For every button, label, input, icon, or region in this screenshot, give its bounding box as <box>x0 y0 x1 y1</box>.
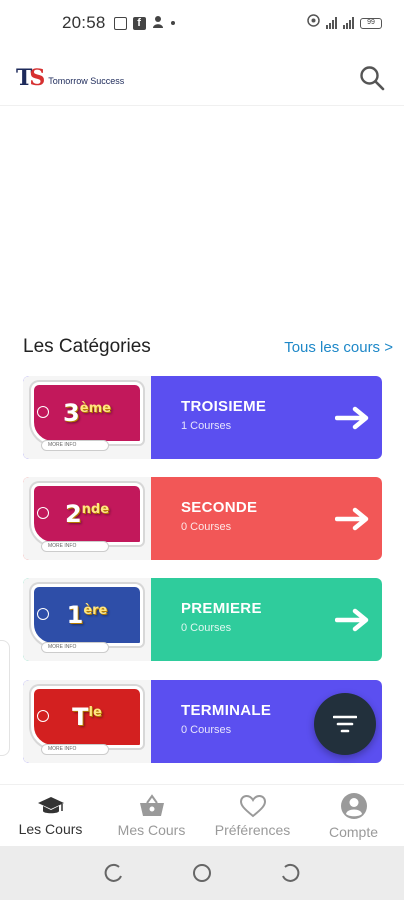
hotspot-icon <box>307 14 320 32</box>
home-icon <box>193 864 211 882</box>
more-info-label: MORE INFO <box>41 541 109 552</box>
category-card-premiere[interactable]: 1ère MORE INFO PREMIERE 0 Courses <box>23 578 382 661</box>
category-title: TROISIEME <box>181 398 267 415</box>
notification-icons: f <box>113 15 175 31</box>
edge-panel-handle[interactable] <box>0 640 10 756</box>
nav-mes-cours[interactable]: Mes Cours <box>101 785 202 846</box>
gallery-icon <box>113 16 127 30</box>
arrow-right-icon <box>324 578 382 661</box>
nav-label: Mes Cours <box>117 821 186 838</box>
category-thumbnail: 3ème MORE INFO <box>23 376 151 459</box>
more-info-label: MORE INFO <box>41 440 109 451</box>
all-courses-link[interactable]: Tous les cours > <box>284 339 393 356</box>
globe-icon <box>37 608 49 620</box>
heart-icon <box>239 794 266 817</box>
status-bar: 20:58 f 99 <box>0 0 404 46</box>
account-icon <box>340 792 367 819</box>
category-thumbnail: 2nde MORE INFO <box>23 477 151 560</box>
nav-label: Préférences <box>214 821 291 838</box>
filter-icon <box>333 715 357 733</box>
category-card-troisieme[interactable]: 3ème MORE INFO TROISIEME 1 Courses <box>23 376 382 459</box>
arrow-right-icon <box>324 477 382 560</box>
category-course-count: 0 Courses <box>181 622 232 634</box>
search-icon <box>360 65 385 90</box>
status-time: 20:58 <box>62 13 106 32</box>
globe-icon <box>37 406 49 418</box>
category-card-seconde[interactable]: 2nde MORE INFO SECONDE 0 Courses <box>23 477 382 560</box>
graduation-cap-icon <box>37 796 64 813</box>
category-course-count: 0 Courses <box>181 724 232 736</box>
category-course-count: 0 Courses <box>181 521 232 533</box>
system-icons: 99 <box>307 14 382 32</box>
more-info-label: MORE INFO <box>41 744 109 755</box>
recent-apps-icon <box>104 863 122 882</box>
nav-label: Les Cours <box>18 820 83 837</box>
logo-text: Tomorrow Success <box>48 75 125 86</box>
nav-preferences[interactable]: Préférences <box>202 785 303 846</box>
signal-2-icon <box>343 17 354 29</box>
facebook-icon: f <box>132 16 146 30</box>
category-body: SECONDE 0 Courses <box>151 477 324 560</box>
home-button[interactable] <box>187 858 217 888</box>
battery-icon: 99 <box>360 17 382 29</box>
category-body: TERMINALE 0 Courses <box>151 680 324 763</box>
globe-icon <box>37 507 49 519</box>
section-title: Les Catégories <box>23 336 151 357</box>
basket-icon <box>139 793 164 816</box>
nav-les-cours[interactable]: Les Cours <box>0 785 101 846</box>
signal-icon <box>326 17 337 29</box>
logo-mark: TS <box>16 64 45 91</box>
app-logo[interactable]: TS Tomorrow Success <box>16 65 124 91</box>
arrow-right-icon <box>324 376 382 459</box>
bottom-navigation: Les Cours Mes Cours Préférences Compte <box>0 784 404 846</box>
category-thumbnail: 1ère MORE INFO <box>23 578 151 661</box>
categories-header: Les Catégories Tous les cours > <box>23 336 393 358</box>
nav-label: Compte <box>328 823 379 840</box>
category-body: TROISIEME 1 Courses <box>151 376 324 459</box>
category-title: SECONDE <box>181 499 258 516</box>
category-course-count: 1 Courses <box>181 420 232 432</box>
more-info-label: MORE INFO <box>41 642 109 653</box>
back-icon <box>282 863 300 882</box>
back-button[interactable] <box>275 858 305 888</box>
filter-button[interactable] <box>314 693 376 755</box>
category-title: PREMIERE <box>181 600 262 617</box>
system-navigation-bar <box>0 846 404 900</box>
app-bar: TS Tomorrow Success <box>0 50 404 106</box>
category-title: TERMINALE <box>181 702 272 719</box>
nav-compte[interactable]: Compte <box>303 785 404 846</box>
more-notifications-icon <box>170 21 175 25</box>
search-button[interactable] <box>356 62 388 94</box>
globe-icon <box>37 710 49 722</box>
category-thumbnail: Tle MORE INFO <box>23 680 151 763</box>
category-body: PREMIERE 0 Courses <box>151 578 324 661</box>
person-icon <box>152 15 165 31</box>
recent-apps-button[interactable] <box>99 858 129 888</box>
